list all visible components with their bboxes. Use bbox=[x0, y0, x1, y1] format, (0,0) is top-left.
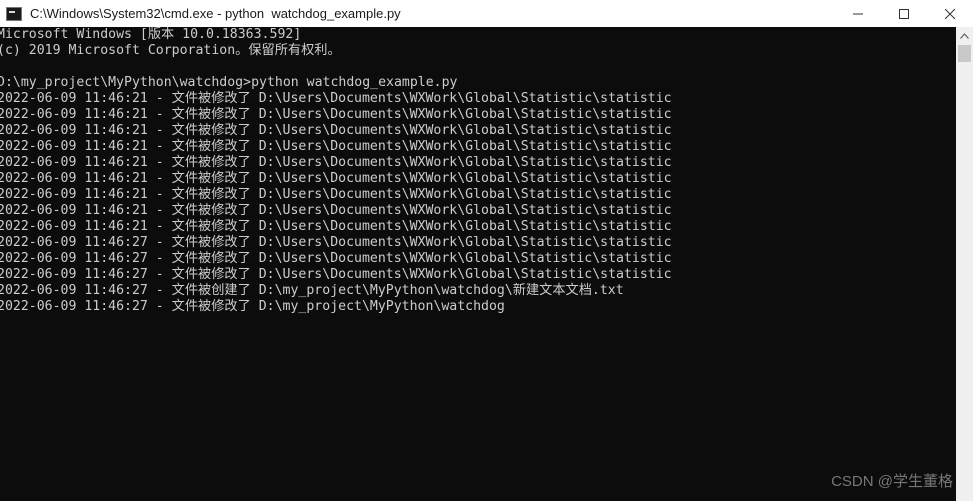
maximize-button[interactable] bbox=[881, 0, 927, 27]
minimize-button[interactable] bbox=[835, 0, 881, 27]
console-line: 2022-06-09 11:46:27 - 文件被修改了 D:\my_proje… bbox=[0, 299, 505, 314]
cmd-app-icon bbox=[6, 6, 22, 21]
console-line: 2022-06-09 11:46:21 - 文件被修改了 D:\Users\Do… bbox=[0, 91, 672, 106]
console-line: Microsoft Windows [版本 10.0.18363.592] bbox=[0, 27, 302, 42]
maximize-icon bbox=[899, 8, 909, 19]
console-line: 2022-06-09 11:46:21 - 文件被修改了 D:\Users\Do… bbox=[0, 203, 672, 218]
watermark-text: CSDN @学生董格 bbox=[831, 473, 953, 490]
console-line: 2022-06-09 11:46:27 - 文件被修改了 D:\Users\Do… bbox=[0, 267, 672, 282]
console-line: 2022-06-09 11:46:21 - 文件被修改了 D:\Users\Do… bbox=[0, 187, 672, 202]
console-output[interactable]: Microsoft Windows [版本 10.0.18363.592] (c… bbox=[0, 27, 956, 501]
console-line: 2022-06-09 11:46:21 - 文件被修改了 D:\Users\Do… bbox=[0, 139, 672, 154]
console-line: 2022-06-09 11:46:21 - 文件被修改了 D:\Users\Do… bbox=[0, 171, 672, 186]
close-icon bbox=[945, 8, 955, 19]
vertical-scrollbar[interactable] bbox=[956, 27, 973, 501]
console-line: 2022-06-09 11:46:21 - 文件被修改了 D:\Users\Do… bbox=[0, 107, 672, 122]
title-bar[interactable]: C:\Windows\System32\cmd.exe - python wat… bbox=[0, 0, 973, 27]
minimize-icon bbox=[853, 13, 863, 14]
scrollbar-thumb[interactable] bbox=[958, 45, 971, 62]
scroll-up-button[interactable] bbox=[956, 27, 973, 44]
console-line: 2022-06-09 11:46:21 - 文件被修改了 D:\Users\Do… bbox=[0, 155, 672, 170]
window-title: C:\Windows\System32\cmd.exe - python wat… bbox=[30, 6, 401, 21]
console-line: 2022-06-09 11:46:27 - 文件被修改了 D:\Users\Do… bbox=[0, 235, 672, 250]
console-line: 2022-06-09 11:46:21 - 文件被修改了 D:\Users\Do… bbox=[0, 123, 672, 138]
console-line: (c) 2019 Microsoft Corporation。保留所有权利。 bbox=[0, 43, 341, 58]
console-line: 2022-06-09 11:46:27 - 文件被修改了 D:\Users\Do… bbox=[0, 251, 672, 266]
chevron-up-icon bbox=[960, 32, 969, 39]
console-line: 2022-06-09 11:46:21 - 文件被修改了 D:\Users\Do… bbox=[0, 219, 672, 234]
close-button[interactable] bbox=[927, 0, 973, 27]
console-line: 2022-06-09 11:46:27 - 文件被创建了 D:\my_proje… bbox=[0, 283, 624, 298]
window-controls bbox=[835, 0, 973, 27]
console-line: D:\my_project\MyPython\watchdog>python w… bbox=[0, 75, 458, 90]
